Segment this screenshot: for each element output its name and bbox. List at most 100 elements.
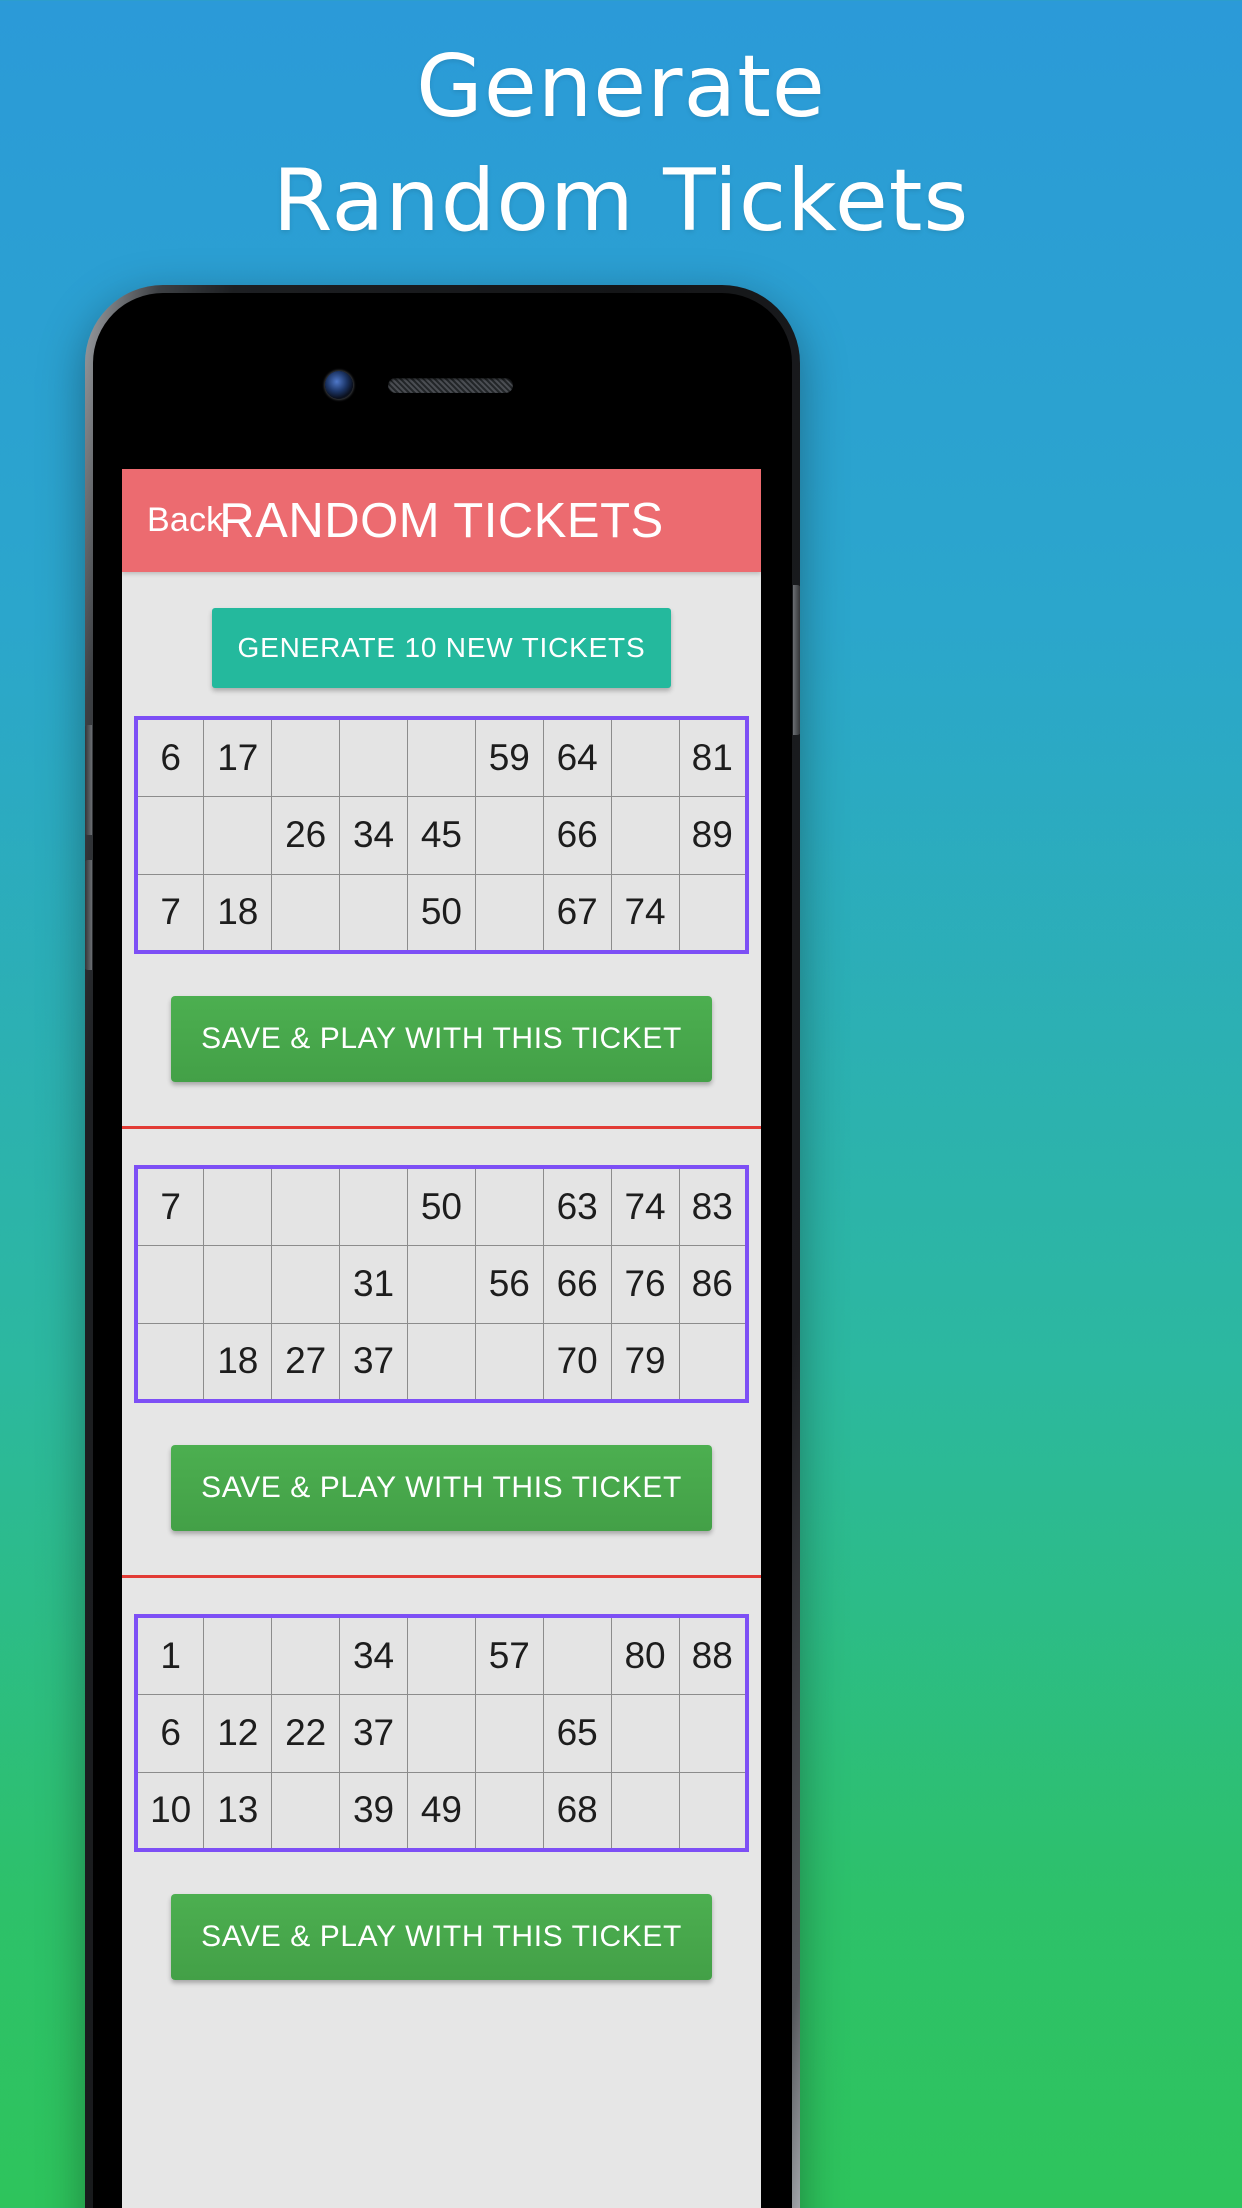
ticket-cell[interactable] [135,1244,205,1324]
ticket-cell[interactable]: 65 [542,1693,612,1773]
ticket-cell[interactable]: 74 [610,873,680,953]
promo-headline-line1: Generate [416,37,826,137]
ticket-cell[interactable]: 39 [339,1771,408,1851]
ticket-cell[interactable]: 56 [474,1244,544,1324]
ticket-cell[interactable]: 66 [542,1244,612,1324]
ticket-cell[interactable] [474,1322,544,1402]
ticket-cell[interactable] [203,1244,273,1324]
ticket-cell[interactable]: 74 [610,1166,680,1246]
save-and-play-button[interactable]: SAVE & PLAY WITH THIS TICKET [171,1445,712,1531]
ticket-cell[interactable]: 34 [339,795,408,875]
ticket-cell[interactable]: 50 [407,873,476,953]
ticket-cell[interactable]: 64 [542,717,612,797]
ticket-cell[interactable]: 45 [407,795,476,875]
ticket-cell[interactable]: 70 [542,1322,612,1402]
ticket-cell[interactable] [678,873,748,953]
ticket-cell[interactable] [610,795,680,875]
ticket-cell[interactable]: 12 [203,1693,273,1773]
ticket-cell[interactable]: 37 [339,1693,408,1773]
save-and-play-button[interactable]: SAVE & PLAY WITH THIS TICKET [171,1894,712,1980]
ticket-cell[interactable]: 18 [203,873,273,953]
ticket-cell[interactable] [407,1244,476,1324]
ticket-cell[interactable]: 68 [542,1771,612,1851]
volume-button[interactable] [85,725,92,835]
ticket-cell[interactable]: 26 [271,795,341,875]
ticket-cell[interactable] [135,1322,205,1402]
ticket-cell[interactable]: 1 [135,1615,205,1695]
ticket-cell[interactable]: 31 [339,1244,408,1324]
ticket-cell[interactable] [271,1615,341,1695]
ticket-cell[interactable]: 34 [339,1615,408,1695]
ticket-cell[interactable]: 6 [135,717,205,797]
volume-down-button[interactable] [85,860,92,970]
ticket-grid[interactable]: 7 50 63 74 83 31 56 66 76 86 18 27 37 70… [134,1165,749,1403]
ticket-cell[interactable] [271,1771,341,1851]
ticket-cell[interactable]: 50 [407,1166,476,1246]
ticket-cell[interactable]: 76 [610,1244,680,1324]
ticket-cell[interactable]: 17 [203,717,273,797]
ticket-cell[interactable] [678,1322,748,1402]
table-row: 26 34 45 66 89 [135,795,748,875]
ticket-cell[interactable]: 13 [203,1771,273,1851]
ticket-cell[interactable] [678,1693,748,1773]
ticket-cell[interactable] [610,1771,680,1851]
ticket-cell[interactable] [271,1244,341,1324]
ticket-grid[interactable]: 1 34 57 80 88 6 12 22 37 65 10 13 39 49 … [134,1614,749,1852]
ticket-cell[interactable]: 83 [678,1166,748,1246]
save-button-row: SAVE & PLAY WITH THIS TICKET [122,954,761,1126]
ticket-cell[interactable]: 49 [407,1771,476,1851]
ticket-cell[interactable] [271,717,341,797]
ticket-cell[interactable]: 27 [271,1322,341,1402]
ticket-cell[interactable] [339,1166,408,1246]
ticket-cell[interactable]: 89 [678,795,748,875]
ticket-cell[interactable]: 57 [474,1615,544,1695]
app-screen: Back RANDOM TICKETS GENERATE 10 NEW TICK… [122,469,761,2208]
ticket-cell[interactable] [203,795,273,875]
ticket-cell[interactable]: 6 [135,1693,205,1773]
ticket-cell[interactable]: 81 [678,717,748,797]
ticket-cell[interactable]: 7 [135,1166,205,1246]
save-and-play-button[interactable]: SAVE & PLAY WITH THIS TICKET [171,996,712,1082]
ticket-cell[interactable]: 22 [271,1693,341,1773]
generate-new-tickets-button[interactable]: GENERATE 10 NEW TICKETS [211,608,672,688]
ticket-cell[interactable] [474,1693,544,1773]
ticket-cell[interactable] [271,873,341,953]
ticket-cell[interactable] [339,717,408,797]
back-button[interactable]: Back [147,501,223,540]
ticket-cell[interactable]: 63 [542,1166,612,1246]
ticket-cell[interactable] [678,1771,748,1851]
table-row: 6 17 59 64 81 [135,717,748,797]
ticket-cell[interactable] [610,717,680,797]
ticket-cell[interactable] [474,1771,544,1851]
ticket-cell[interactable] [407,1322,476,1402]
power-button[interactable] [793,585,800,735]
ticket-cell[interactable] [542,1615,612,1695]
ticket-cell[interactable] [271,1166,341,1246]
ticket-cell[interactable] [474,1166,544,1246]
ticket-cell[interactable] [339,873,408,953]
phone-top-bezel [93,293,792,468]
ticket-cell[interactable]: 79 [610,1322,680,1402]
table-row: 7 50 63 74 83 [135,1166,748,1246]
ticket-cell[interactable]: 67 [542,873,612,953]
ticket-cell[interactable] [203,1615,273,1695]
ticket-cell[interactable] [407,1693,476,1773]
promo-headline-line2: Random Tickets [272,151,970,251]
ticket-cell[interactable] [135,795,205,875]
ticket-cell[interactable]: 59 [474,717,544,797]
ticket-cell[interactable] [407,1615,476,1695]
ticket-cell[interactable]: 66 [542,795,612,875]
ticket-cell[interactable]: 7 [135,873,205,953]
ticket-grid[interactable]: 6 17 59 64 81 26 34 45 66 89 7 18 50 67 … [134,716,749,954]
ticket-cell[interactable]: 86 [678,1244,748,1324]
ticket-cell[interactable] [610,1693,680,1773]
ticket-cell[interactable]: 37 [339,1322,408,1402]
ticket-cell[interactable] [474,873,544,953]
ticket-cell[interactable]: 80 [610,1615,680,1695]
ticket-cell[interactable]: 10 [135,1771,205,1851]
ticket-cell[interactable] [474,795,544,875]
ticket-cell[interactable]: 88 [678,1615,748,1695]
ticket-cell[interactable] [407,717,476,797]
ticket-cell[interactable]: 18 [203,1322,273,1402]
ticket-cell[interactable] [203,1166,273,1246]
